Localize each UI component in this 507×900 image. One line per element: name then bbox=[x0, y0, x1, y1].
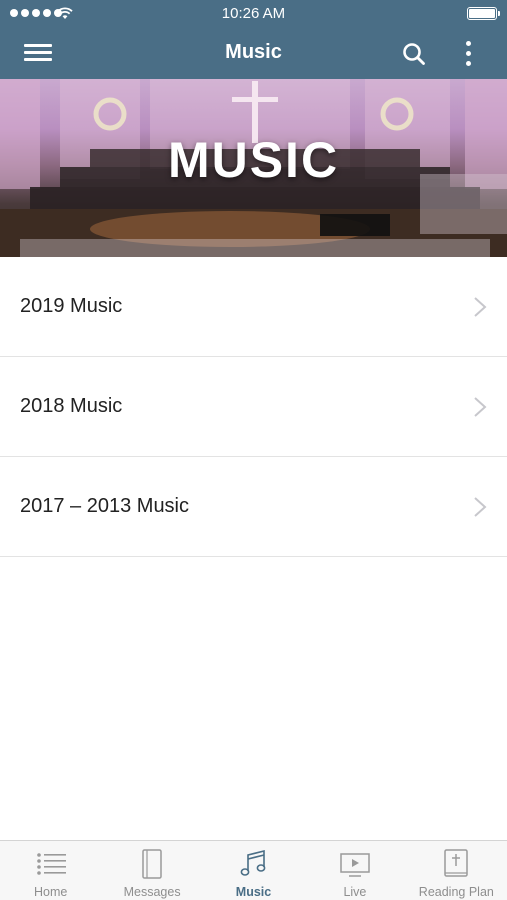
tab-bar: Home Messages Music Live Reading Plan bbox=[0, 840, 507, 900]
tab-reading-plan[interactable]: Reading Plan bbox=[406, 841, 507, 900]
search-icon[interactable] bbox=[401, 41, 427, 67]
more-options-icon[interactable] bbox=[458, 39, 478, 69]
tab-label: Live bbox=[343, 885, 367, 899]
tab-live[interactable]: Live bbox=[304, 841, 405, 900]
page-title: Music bbox=[225, 41, 282, 63]
list-item-2019-music[interactable]: 2019 Music bbox=[0, 257, 507, 357]
music-list: 2019 Music 2018 Music 2017 – 2013 Music bbox=[0, 257, 507, 557]
book-icon bbox=[142, 849, 162, 879]
tab-label: Reading Plan bbox=[418, 885, 494, 899]
chevron-right-icon bbox=[474, 497, 487, 517]
tab-label: Messages bbox=[123, 885, 181, 899]
battery-icon bbox=[467, 7, 500, 20]
tab-music[interactable]: Music bbox=[203, 841, 304, 900]
chevron-right-icon bbox=[474, 397, 487, 417]
status-bar: 10:26 AM bbox=[0, 0, 507, 28]
list-item-label: 2017 – 2013 Music bbox=[20, 495, 190, 517]
music-banner: MUSIC bbox=[0, 79, 507, 257]
tab-label: Music bbox=[235, 885, 272, 899]
nav-bar: Music bbox=[0, 28, 507, 79]
music-note-icon bbox=[240, 849, 265, 876]
status-time: 10:26 AM bbox=[221, 5, 286, 22]
app-header: 10:26 AM Music bbox=[0, 0, 507, 79]
tab-messages[interactable]: Messages bbox=[101, 841, 202, 900]
chevron-right-icon bbox=[474, 297, 487, 317]
tab-label: Home bbox=[34, 885, 68, 899]
list-item-2017-2013-music[interactable]: 2017 – 2013 Music bbox=[0, 457, 507, 557]
tab-home[interactable]: Home bbox=[0, 841, 101, 900]
banner-title: MUSIC bbox=[167, 132, 340, 188]
bible-icon bbox=[444, 849, 469, 877]
list-item-label: 2018 Music bbox=[20, 395, 123, 417]
list-item-2018-music[interactable]: 2018 Music bbox=[0, 357, 507, 457]
list-item-label: 2019 Music bbox=[20, 295, 123, 317]
list-icon bbox=[36, 853, 66, 875]
play-screen-icon bbox=[340, 853, 370, 877]
